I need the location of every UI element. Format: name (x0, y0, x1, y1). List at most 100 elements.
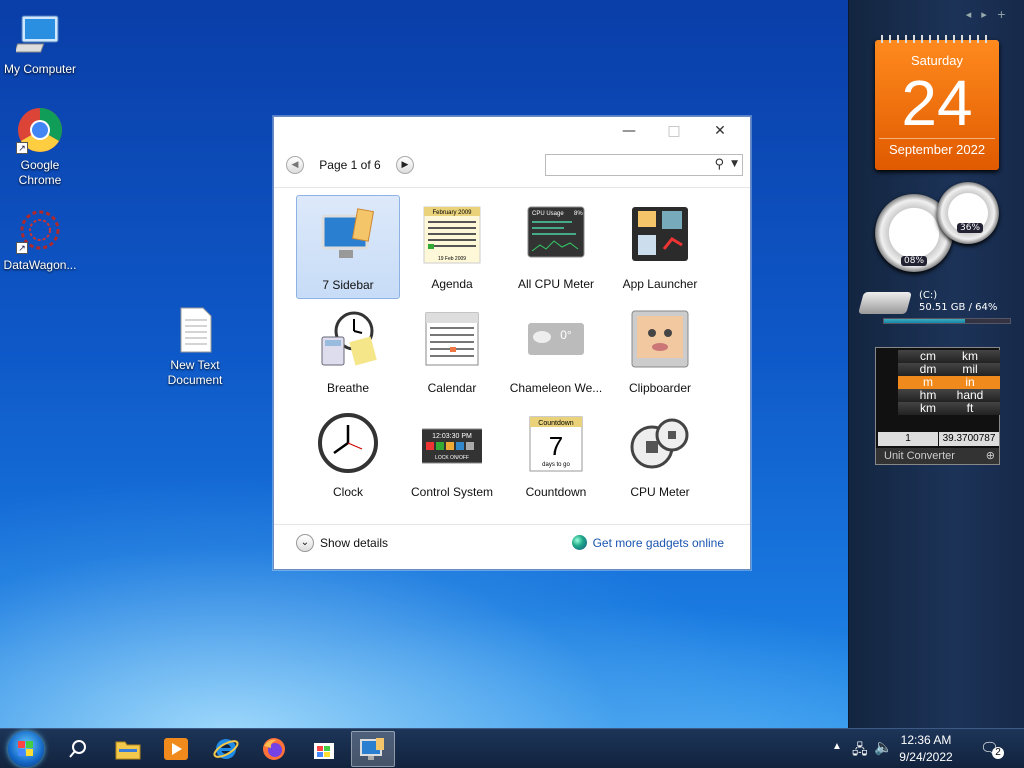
sidebar-gadget-icon (319, 206, 379, 266)
clock-date: 9/24/2022 (899, 750, 953, 764)
gadget-tile-calendar[interactable]: Calendar (400, 299, 504, 403)
countdown-sub: days to go (542, 462, 570, 468)
shortcut-arrow-icon: ↗ (16, 142, 28, 154)
agenda-month: February 2009 (432, 210, 472, 216)
gadget-tile-app-launcher[interactable]: App Launcher (608, 195, 712, 299)
countdown-title: Countdown (538, 420, 574, 427)
firefox-button[interactable] (252, 731, 296, 767)
calendar-weekday: Saturday (910, 53, 964, 68)
next-icon[interactable]: ▸ (981, 8, 997, 21)
countdown-gadget-icon: Countdown 7 days to go (526, 413, 586, 473)
media-player-button[interactable] (154, 731, 198, 767)
gadget-tile-7-sidebar[interactable]: 7 Sidebar (296, 195, 400, 299)
chevron-down-icon[interactable]: ▼ (731, 159, 738, 169)
gadgets-taskbar-button[interactable] (351, 731, 395, 767)
weather-temp: 0° (560, 328, 572, 342)
minimize-button[interactable]: — (615, 123, 643, 139)
control-time: 12:03:30 PM (432, 433, 472, 440)
desktop-icon-text-document[interactable]: New Text Document (155, 306, 235, 388)
gadget-sidebar: ◂▸+ Saturday 24 September 2022 08% 36% (… (848, 0, 1024, 728)
gadget-tile-agenda[interactable]: February 2009 19 Feb 2009 Agenda (400, 195, 504, 299)
ram-usage-value: 36% (957, 223, 984, 233)
prev-icon[interactable]: ◂ (966, 8, 982, 21)
next-page-button[interactable]: ▶ (396, 156, 414, 174)
desktop-icon-chrome[interactable]: ↗ Google Chrome (0, 106, 80, 188)
notifications-button[interactable]: 🗨 2 (980, 739, 1004, 759)
right-unit-list[interactable]: km mil in hand ft (940, 350, 1000, 415)
search-icon[interactable]: ⚲ (714, 157, 724, 172)
folder-icon (115, 741, 141, 760)
gadget-tile-clock[interactable]: Clock (296, 403, 400, 507)
agenda-gadget-icon: February 2009 19 Feb 2009 (422, 205, 482, 265)
get-more-gadgets-link[interactable]: Get more gadgets online (571, 535, 724, 550)
gadget-tile-control-system[interactable]: 12:03:30 PM LOCK ON/OFF Control System (400, 403, 504, 507)
gadget-label: Calendar (427, 381, 477, 395)
drive-label: (C:) (919, 290, 938, 301)
file-explorer-button[interactable] (106, 731, 150, 767)
drive-usage-bar (883, 318, 1011, 324)
converter-output: 39.3700787 (939, 432, 999, 446)
gadget-tile-clipboarder[interactable]: Clipboarder (608, 299, 712, 403)
shortcut-arrow-icon: ↗ (16, 242, 28, 254)
gadget-label: App Launcher (622, 277, 698, 291)
gadget-tile-all-cpu-meter[interactable]: CPU Usage 8% All CPU Meter (504, 195, 608, 299)
app-launcher-icon (630, 205, 690, 265)
system-tray: ▲ 🖧 🔈 12:36 AM 9/24/2022 🗨 2 (824, 729, 1024, 768)
media-player-icon (164, 738, 188, 760)
gadget-label: Clipboarder (628, 381, 692, 395)
store-button[interactable] (302, 731, 346, 767)
get-more-label: Get more gadgets online (592, 535, 724, 550)
drive-meter-gadget[interactable]: (C:) 50.51 GB / 64% (858, 290, 1015, 326)
converter-title: Unit Converter ⊕ (876, 448, 999, 464)
gadget-tile-breathe[interactable]: Breathe (296, 299, 400, 403)
show-hidden-icons-icon[interactable]: ▲ (832, 741, 842, 752)
clock[interactable]: 12:36 AM 9/24/2022 (894, 732, 958, 766)
internet-explorer-button[interactable] (204, 731, 248, 767)
start-button[interactable] (8, 731, 44, 767)
converter-add-icon[interactable]: ⊕ (986, 448, 995, 464)
network-icon[interactable]: 🖧 (852, 739, 868, 763)
add-gadget-icon[interactable]: + (997, 8, 1016, 21)
gadget-label: Agenda (431, 277, 473, 291)
divider (274, 524, 750, 525)
gadget-tile-chameleon-weather[interactable]: 0° Chameleon We... (504, 299, 608, 403)
desktop-icon-label: DataWagon... (3, 258, 77, 272)
notification-count: 2 (992, 747, 1004, 759)
show-details-button[interactable]: ⌄ Show details (296, 534, 388, 552)
gadget-tile-cpu-meter[interactable]: CPU Meter (608, 403, 712, 507)
close-button[interactable]: ✕ (706, 123, 734, 139)
desktop-icon-my-computer[interactable]: My Computer (0, 10, 80, 77)
chevron-down-icon: ⌄ (296, 534, 314, 552)
search-input[interactable]: ⚲ ▼ (545, 154, 743, 176)
gadget-tile-countdown[interactable]: Countdown 7 days to go Countdown (504, 403, 608, 507)
converter-title-text: Unit Converter (884, 450, 955, 462)
gadget-label: Control System (410, 485, 494, 499)
clock-time: 12:36 AM (900, 733, 952, 747)
desktop-icon-datawagon[interactable]: ↗ DataWagon... (0, 206, 80, 273)
breathe-gadget-icon (318, 309, 378, 369)
maximize-button: □ (667, 123, 681, 139)
computer-icon (14, 10, 64, 58)
calendar-day: 24 (901, 67, 973, 139)
text-document-icon (171, 306, 219, 354)
search-taskbar-button[interactable] (56, 731, 100, 767)
volume-icon[interactable]: 🔈 (874, 738, 893, 756)
desktop-icon-label: My Computer (3, 62, 77, 76)
desktop-icon-label: New Text Document (167, 358, 223, 387)
drive-info: 50.51 GB / 64% (919, 302, 998, 313)
previous-page-button[interactable]: ◀ (286, 156, 304, 174)
calendar-rings-icon (881, 35, 993, 43)
datawagon-icon: ↗ (16, 206, 64, 254)
show-details-label: Show details (320, 536, 389, 550)
store-icon (314, 743, 334, 759)
gadgets-window: — □ ✕ ◀ Page 1 of 6 ▶ ⚲ ▼ 7 Sidebar Febr… (273, 116, 751, 570)
unit-item[interactable]: ft (940, 402, 1000, 415)
gadget-label: Countdown (525, 485, 587, 499)
cpu-meter-gadget[interactable]: 08% 36% (873, 180, 1003, 274)
converter-input[interactable]: 1 (878, 432, 938, 446)
unit-converter-gadget[interactable]: cm dm m hm km km mil in hand ft 1 39.370… (875, 347, 1000, 465)
ram-gauge-icon (937, 182, 999, 244)
calendar-gadget[interactable]: Saturday 24 September 2022 (875, 35, 999, 170)
divider (274, 187, 750, 188)
calendar-gadget-icon (422, 309, 482, 369)
